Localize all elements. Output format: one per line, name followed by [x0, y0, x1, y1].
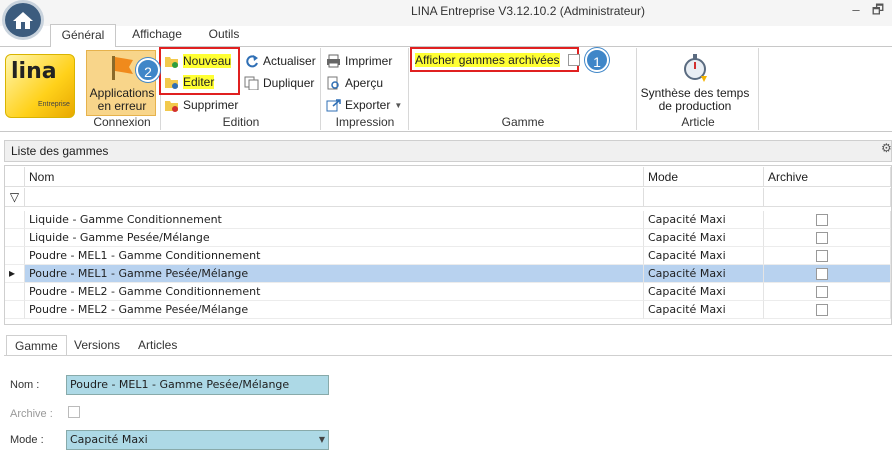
filter-cell-nom[interactable] [25, 188, 644, 207]
cell-nom[interactable]: Liquide - Gamme Conditionnement [25, 211, 644, 229]
settings-gear-icon[interactable]: ⚙ [881, 141, 892, 155]
separator [758, 48, 759, 130]
imprimer-button[interactable]: Imprimer [326, 51, 392, 71]
cell-archive [764, 229, 891, 247]
archive-label: Archive : [10, 408, 53, 420]
group-label-gamme: Gamme [501, 115, 545, 129]
supprimer-button[interactable]: Supprimer [164, 95, 238, 115]
cell-archive [764, 301, 891, 319]
filter-cell-mode[interactable] [644, 188, 764, 207]
print-preview-icon [327, 76, 339, 90]
chevron-down-icon: ▼ [394, 100, 403, 110]
filter-cell-archive[interactable] [764, 188, 891, 207]
cell-mode[interactable]: Capacité Maxi [644, 211, 764, 229]
archive-cell-checkbox[interactable] [816, 214, 828, 226]
column-header-archive[interactable]: Archive [764, 167, 891, 187]
chevron-down-icon[interactable]: ▼ [319, 431, 325, 449]
restore-button[interactable]: 🗗 [870, 3, 886, 19]
cell-nom[interactable]: Poudre - MEL2 - Gamme Conditionnement [25, 283, 644, 301]
refresh-icon [246, 55, 258, 68]
row-indicator [5, 247, 25, 265]
cell-mode[interactable]: Capacité Maxi [644, 265, 764, 283]
row-indicator [5, 283, 25, 301]
cell-mode[interactable]: Capacité Maxi [644, 283, 764, 301]
minimize-button[interactable]: – [848, 3, 864, 19]
cell-nom[interactable]: Liquide - Gamme Pesée/Mélange [25, 229, 644, 247]
duplicate-icon [244, 76, 259, 90]
group-label-article: Article [681, 115, 715, 129]
actualiser-button[interactable]: Actualiser [244, 51, 316, 71]
edit-folder-icon [165, 78, 178, 89]
nouveau-button[interactable]: Nouveau [164, 51, 232, 71]
mode-select[interactable]: Capacité Maxi ▼ [66, 430, 329, 450]
tab-articles[interactable]: Articles [130, 335, 185, 356]
window-title: LINA Entreprise V3.12.10.2 (Administrate… [410, 4, 646, 18]
callout-badge-1: 1 [585, 48, 609, 72]
group-label-connexion: Connexion [93, 115, 151, 129]
nom-field[interactable]: Poudre - MEL1 - Gamme Pesée/Mélange [66, 375, 329, 395]
tab-gamme[interactable]: Gamme [6, 335, 67, 356]
exporter-button[interactable]: Exporter ▼ [326, 95, 402, 115]
table-row[interactable]: Liquide - Gamme Conditionnement Capacité … [5, 211, 891, 229]
table-row[interactable]: Liquide - Gamme Pesée/Mélange Capacité Ma… [5, 229, 891, 247]
cell-mode[interactable]: Capacité Maxi [644, 247, 764, 265]
new-folder-icon [165, 57, 178, 68]
separator [408, 48, 409, 130]
separator [636, 48, 637, 130]
cell-archive [764, 247, 891, 265]
cell-nom[interactable]: Poudre - MEL1 - Gamme Pesée/Mélange [25, 265, 644, 283]
afficher-gammes-archivees-checkbox[interactable]: Afficher gammes archivées [415, 50, 580, 70]
printer-icon [327, 54, 340, 68]
tab-versions[interactable]: Versions [66, 335, 128, 356]
table-row[interactable]: ▸ Poudre - MEL1 - Gamme Pesée/Mélange Capa… [5, 265, 891, 283]
row-indicator [5, 229, 25, 247]
cell-nom[interactable]: Poudre - MEL2 - Gamme Pesée/Mélange [25, 301, 644, 319]
flag-icon [112, 56, 133, 80]
row-indicator [5, 211, 25, 229]
tab-affichage[interactable]: Affichage [124, 24, 190, 47]
group-label-impression: Impression [335, 115, 395, 129]
mode-label: Mode : [10, 434, 44, 446]
stopwatch-icon [684, 54, 707, 82]
filter-icon[interactable]: ▽ [5, 188, 25, 207]
archive-cell-checkbox[interactable] [816, 304, 828, 316]
checkbox-box[interactable] [567, 54, 580, 66]
column-header-nom[interactable]: Nom [25, 167, 644, 187]
app-menu-button[interactable] [2, 0, 44, 40]
home-icon [13, 12, 33, 29]
cell-archive [764, 283, 891, 301]
archive-checkbox[interactable] [68, 406, 80, 418]
cell-mode[interactable]: Capacité Maxi [644, 229, 764, 247]
table-row[interactable]: Poudre - MEL1 - Gamme Conditionnement Cap… [5, 247, 891, 265]
nom-label: Nom : [10, 379, 40, 391]
tab-general[interactable]: Général [50, 24, 116, 47]
cell-archive [764, 211, 891, 229]
cell-mode[interactable]: Capacité Maxi [644, 301, 764, 319]
group-label-edition: Edition [222, 115, 260, 129]
synthese-temps-production-button[interactable]: Synthèse des temps de production [640, 50, 750, 114]
callout-badge-2: 2 [136, 58, 160, 82]
cell-archive [764, 265, 891, 283]
archive-cell-checkbox[interactable] [816, 286, 828, 298]
apercu-button[interactable]: Aperçu [326, 73, 383, 93]
delete-folder-icon [165, 101, 178, 112]
row-indicator [5, 301, 25, 319]
table-row[interactable]: Poudre - MEL2 - Gamme Conditionnement Cap… [5, 283, 891, 301]
list-title: Liste des gammes [4, 140, 892, 162]
table-row[interactable]: Poudre - MEL2 - Gamme Pesée/Mélange Capac… [5, 301, 891, 319]
tab-outils[interactable]: Outils [196, 24, 252, 47]
dupliquer-button[interactable]: Dupliquer [244, 73, 314, 93]
cell-nom[interactable]: Poudre - MEL1 - Gamme Conditionnement [25, 247, 644, 265]
row-indicator: ▸ [5, 265, 25, 283]
row-indicator-header [5, 167, 25, 187]
column-header-mode[interactable]: Mode [644, 167, 764, 187]
archive-cell-checkbox[interactable] [816, 250, 828, 262]
separator [320, 48, 321, 130]
archive-cell-checkbox[interactable] [816, 268, 828, 280]
archive-cell-checkbox[interactable] [816, 232, 828, 244]
export-icon [326, 99, 341, 112]
editer-button[interactable]: Editer [164, 72, 215, 92]
lina-logo: lina Entreprise [5, 54, 75, 118]
